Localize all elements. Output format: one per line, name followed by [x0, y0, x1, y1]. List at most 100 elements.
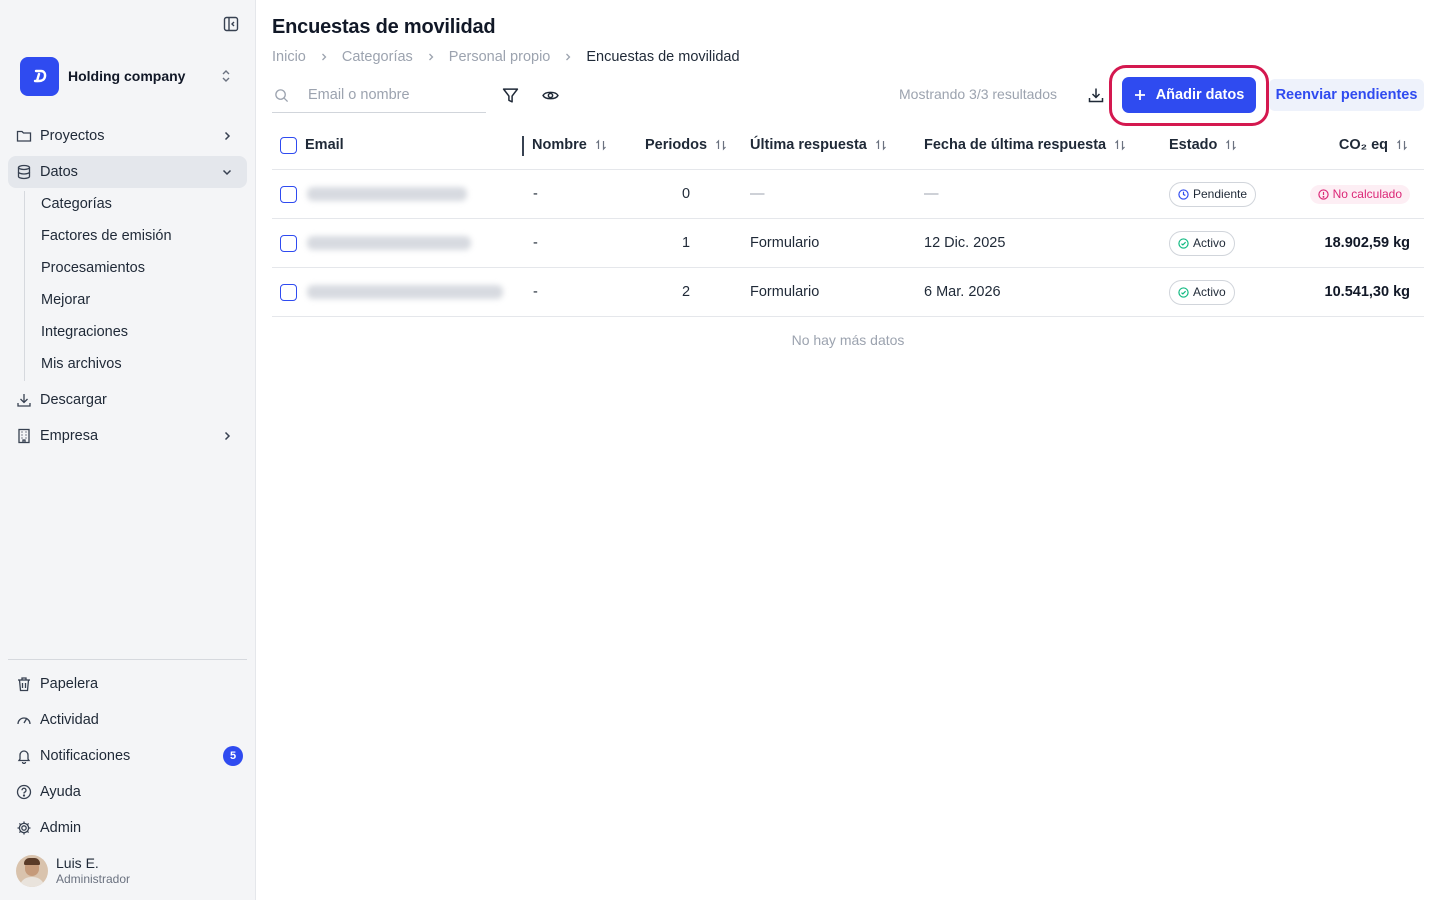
nav-item-datos[interactable]: Datos — [8, 156, 247, 188]
col-periodos: Periodos — [645, 137, 708, 153]
subnav-item-procesamientos[interactable]: Procesamientos — [33, 254, 243, 282]
fecha-cell: — — [924, 186, 939, 202]
no-more-data-text: No hay más datos — [791, 332, 905, 348]
co2-cell: 10.541,30 kg — [1324, 284, 1410, 300]
plus-icon — [1134, 89, 1146, 101]
table-row[interactable]: - 1 Formulario 12 Dic. 2025 Activo 18.90… — [272, 219, 1424, 268]
ultima-respuesta-cell: Formulario — [750, 235, 820, 251]
search-input[interactable] — [308, 87, 478, 103]
user-menu[interactable]: Luis E. Administrador — [16, 855, 130, 887]
sort-icon — [715, 139, 727, 151]
avatar — [16, 855, 48, 887]
filter-icon[interactable] — [501, 86, 519, 104]
user-role: Administrador — [56, 872, 131, 886]
nav-item-empresa[interactable]: Empresa — [8, 420, 247, 452]
co2-status-text: No calculado — [1332, 187, 1402, 201]
breadcrumb-inicio[interactable]: Inicio — [272, 49, 306, 65]
col-ultima-header[interactable]: Última respuesta — [750, 120, 887, 170]
col-estado: Estado — [1169, 137, 1218, 153]
status-badge: Pendiente — [1169, 181, 1257, 207]
nav-label: Proyectos — [40, 128, 105, 144]
nombre-cell: - — [533, 235, 538, 251]
col-ultima-respuesta: Última respuesta — [750, 137, 867, 153]
nav-item-descargar[interactable]: Descargar — [8, 384, 247, 416]
nav-item-actividad[interactable]: Actividad — [8, 704, 247, 736]
gear-icon — [16, 820, 32, 836]
select-all: Email — [280, 120, 344, 170]
subnav-item-categorias[interactable]: Categorías — [33, 190, 243, 218]
download-icon — [16, 392, 32, 408]
nav-item-proyectos[interactable]: Proyectos — [8, 120, 247, 152]
collapse-sidebar-icon[interactable] — [222, 15, 240, 33]
col-nombre-header[interactable]: Nombre — [532, 120, 607, 170]
nav-label: Admin — [40, 820, 82, 836]
nav-item-papelera[interactable]: Papelera — [8, 668, 247, 700]
sort-icon — [595, 139, 607, 151]
help-circle-icon — [16, 784, 32, 800]
company-switcher[interactable]: Holding company — [20, 56, 246, 96]
email-cell — [280, 268, 503, 316]
subnav-line — [24, 191, 25, 381]
results-count: Mostrando 3/3 resultados — [899, 86, 1057, 102]
col-periodos-header[interactable]: Periodos — [645, 120, 727, 170]
col-estado-header[interactable]: Estado — [1169, 120, 1237, 170]
breadcrumb-current: Encuestas de movilidad — [586, 49, 740, 65]
sidebar-divider — [8, 659, 247, 660]
fecha-cell: 12 Dic. 2025 — [924, 235, 1006, 251]
nav-label: Descargar — [40, 392, 107, 408]
resend-pending-button[interactable]: Reenviar pendientes — [1269, 79, 1424, 111]
clock-icon — [1178, 188, 1189, 200]
folder-icon — [16, 128, 32, 144]
sort-icon — [875, 139, 887, 151]
notification-count-badge: 5 — [223, 746, 243, 766]
col-fecha-header[interactable]: Fecha de última respuesta — [924, 120, 1126, 170]
chevron-right-icon — [219, 428, 235, 444]
add-data-button[interactable]: Añadir datos — [1122, 77, 1256, 113]
company-name: Holding company — [68, 68, 186, 84]
ultima-respuesta-cell: — — [750, 186, 765, 202]
email-redacted — [307, 285, 503, 299]
eye-icon[interactable] — [541, 86, 559, 104]
breadcrumb-categorias[interactable]: Categorías — [342, 49, 413, 65]
row-checkbox[interactable] — [280, 234, 297, 252]
col-email: Email — [305, 137, 344, 153]
subnav-item-mejorar[interactable]: Mejorar — [33, 286, 243, 314]
nav-label: Ayuda — [40, 784, 81, 800]
chevron-up-down-icon — [218, 69, 234, 83]
nav-item-admin[interactable]: Admin — [8, 812, 247, 844]
subnav-item-integraciones[interactable]: Integraciones — [33, 318, 243, 346]
email-cell — [280, 170, 467, 218]
nombre-cell: - — [533, 284, 538, 300]
user-name: Luis E. — [56, 855, 99, 871]
table-row[interactable]: - 2 Formulario 6 Mar. 2026 Activo 10.541… — [272, 268, 1424, 317]
breadcrumb-personal-propio[interactable]: Personal propio — [449, 49, 551, 65]
search-icon — [274, 88, 290, 103]
bell-icon — [16, 748, 32, 764]
estado-cell: Pendiente — [1169, 170, 1257, 218]
check-circle-icon — [1178, 286, 1189, 298]
nav-label: Actividad — [40, 712, 99, 728]
select-all-checkbox[interactable] — [280, 136, 297, 154]
subnav-item-factores[interactable]: Factores de emisión — [33, 222, 243, 250]
surveys-table: Email Nombre Periodos Última respuesta F… — [272, 120, 1424, 317]
status-text: Pendiente — [1193, 187, 1248, 201]
gauge-icon — [16, 712, 32, 728]
col-co2-header[interactable]: CO₂ eq — [1339, 120, 1408, 170]
chevron-right-icon — [319, 52, 329, 62]
download-icon[interactable] — [1087, 86, 1105, 104]
nav-label: Notificaciones — [40, 748, 131, 764]
check-circle-icon — [1178, 237, 1189, 249]
email-redacted — [307, 187, 467, 201]
search-field — [272, 78, 486, 113]
trash-icon — [16, 676, 32, 692]
column-resizer[interactable] — [522, 136, 524, 156]
nav-item-notificaciones[interactable]: Notificaciones 5 — [8, 740, 247, 772]
status-badge: Activo — [1169, 279, 1235, 305]
table-row[interactable]: - 0 — — Pendiente No calculado — [272, 170, 1424, 219]
add-data-label: Añadir datos — [1155, 87, 1245, 103]
subnav-item-archivos[interactable]: Mis archivos — [33, 350, 243, 378]
periodos-cell: 2 — [682, 284, 691, 300]
row-checkbox[interactable] — [280, 283, 297, 301]
nav-item-ayuda[interactable]: Ayuda — [8, 776, 247, 808]
row-checkbox[interactable] — [280, 185, 297, 203]
